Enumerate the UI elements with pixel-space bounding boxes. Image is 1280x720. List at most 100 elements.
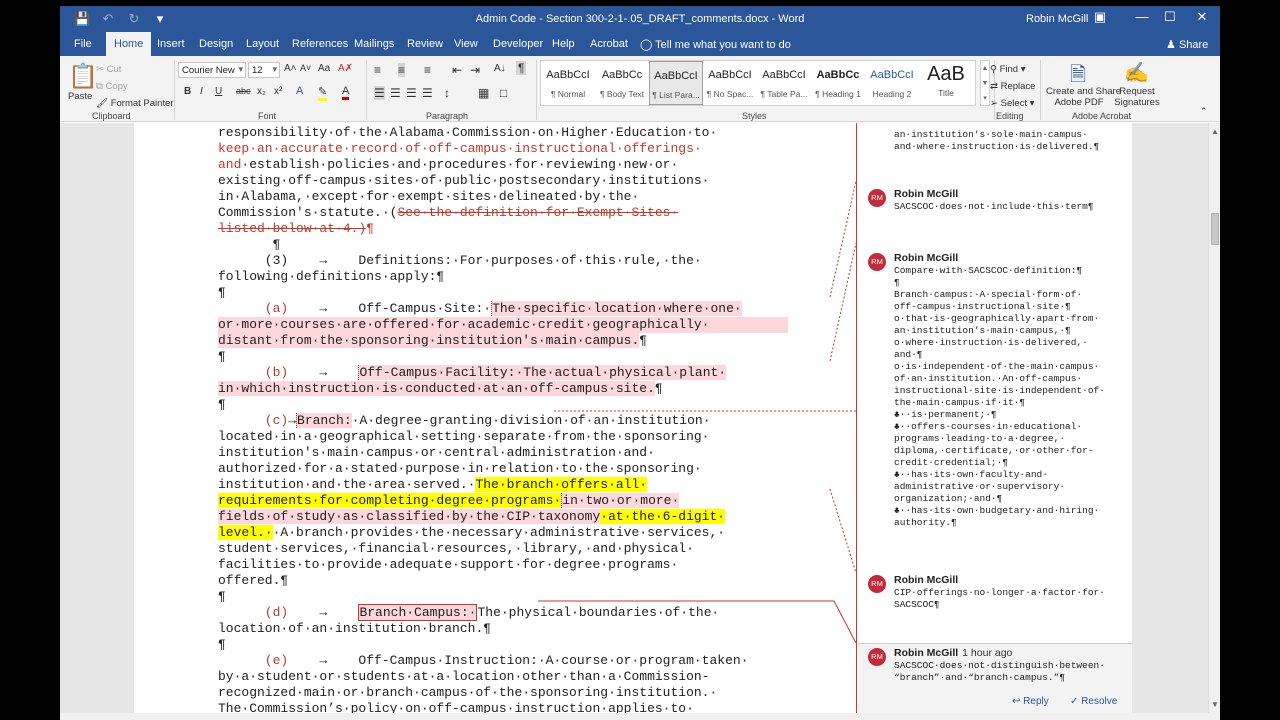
paste-icon[interactable]: 📋	[68, 62, 98, 91]
create-share-pdf-button[interactable]: Create and Share Adobe PDF	[1046, 86, 1121, 108]
grow-font-icon[interactable]: A˄	[284, 63, 297, 74]
justify-icon[interactable]: ☰	[422, 86, 433, 100]
style-sample: AaBbCcI	[546, 69, 590, 81]
resolve-button[interactable]: ✓ Resolve	[1070, 696, 1117, 707]
comment-cip-offerings[interactable]: RM Robin McGill CIP·offerings·no·longer·…	[858, 571, 1132, 611]
maximize-icon[interactable]: ☐	[1158, 9, 1182, 25]
tab-acrobat[interactable]: Acrobat	[590, 38, 628, 50]
collapse-ribbon-icon[interactable]: ⌃	[1200, 106, 1208, 117]
show-formatting-marks-icon[interactable]: ¶	[516, 61, 527, 75]
scroll-down-icon[interactable]: ▼	[1211, 700, 1219, 709]
multilevel-list-icon[interactable]: ≡	[424, 63, 431, 77]
copy-button[interactable]: ⧉ Copy	[96, 81, 128, 92]
font-name-combo[interactable]: Courier New	[178, 62, 246, 78]
tab-layout[interactable]: Layout	[246, 38, 279, 50]
tab-mailings[interactable]: Mailings	[354, 38, 394, 50]
paste-button[interactable]: Paste	[68, 91, 92, 102]
font-color-icon[interactable]: A	[342, 85, 350, 100]
align-left-icon[interactable]: ☰	[374, 86, 385, 100]
tab-review[interactable]: Review	[407, 38, 443, 50]
paragraph-group-label: Paragraph	[426, 111, 469, 121]
tell-me-search[interactable]: ◯ Tell me what you want to do	[640, 38, 791, 51]
share-button[interactable]: ♟ Share	[1166, 38, 1208, 51]
style-heading-1[interactable]: AaBbCc ¶ Heading 1	[811, 61, 865, 105]
comment-sacscoc-term[interactable]: RM Robin McGill SACSCOC·does·not·include…	[858, 185, 1132, 225]
increase-indent-icon[interactable]: ⇥	[470, 63, 480, 77]
style-title[interactable]: AaB Title	[919, 61, 973, 105]
shrink-font-icon[interactable]: A˅	[300, 63, 311, 73]
subscript-button[interactable]: x₂	[257, 86, 266, 97]
underline-button[interactable]: U	[215, 86, 222, 97]
comment-body: Compare·with·SACSCOC·definition:¶ ¶ Bran…	[894, 265, 1105, 528]
cut-button[interactable]: ✂ Cut	[96, 64, 121, 75]
scroll-thumb[interactable]	[1211, 213, 1219, 245]
comment-compare-definition[interactable]: RM Robin McGill Compare·with·SACSCOC·def…	[858, 249, 1132, 549]
commented-text[interactable]: distant·from·the·sponsoring·institution'…	[218, 333, 640, 348]
style-heading-2[interactable]: AaBbCcI Heading 2	[865, 61, 919, 105]
clear-formatting-icon[interactable]: A✗	[338, 63, 353, 74]
styles-gallery-scroll[interactable]: ▲ ▼ ▾	[980, 60, 990, 106]
request-sig-line1: Request	[1119, 86, 1155, 97]
commented-text[interactable]: The·specific·location·where·one·	[491, 301, 742, 316]
numbering-icon[interactable]: ≡	[398, 63, 406, 77]
document-page[interactable]: responsibility·of·the·Alabama·Commission…	[134, 123, 856, 713]
tab-developer[interactable]: Developer	[493, 38, 543, 50]
bullets-icon[interactable]: ≡	[374, 63, 381, 77]
italic-button[interactable]: I	[200, 86, 203, 97]
tab-help[interactable]: Help	[552, 38, 575, 50]
format-painter-button[interactable]: 🖌 Format Painter	[96, 98, 174, 109]
bold-button[interactable]: B	[184, 86, 191, 97]
tab-design[interactable]: Design	[199, 38, 233, 50]
borders-icon[interactable]: □	[500, 86, 507, 100]
align-right-icon[interactable]: ☰	[406, 86, 417, 100]
vertical-scrollbar[interactable]: ▲ ▼	[1208, 123, 1220, 713]
font-size-combo[interactable]: 12	[248, 62, 280, 78]
reply-button[interactable]: ↩ Reply	[1012, 696, 1049, 707]
tab-home[interactable]: Home	[106, 32, 152, 56]
request-signatures-icon[interactable]: ✍	[1124, 60, 1149, 85]
tab-view[interactable]: View	[454, 38, 478, 50]
strikethrough-button[interactable]: abc	[236, 86, 251, 96]
find-button[interactable]: ⚲ Find ▾	[990, 64, 1026, 75]
sort-icon[interactable]: A↓	[494, 63, 506, 74]
comment-branch-distinction[interactable]: RM Robin McGill 1 hour ago SACSCOC·does·n…	[858, 643, 1132, 713]
commented-text[interactable]: fields·of·study·as·classified·by·the·CIP…	[218, 509, 601, 524]
minimize-icon[interactable]: —	[1130, 9, 1154, 24]
doc-line: (b) → Off-Campus·Facility:·The·actual·ph…	[218, 365, 788, 381]
replace-button[interactable]: ⇄ Replace	[990, 81, 1035, 92]
commented-text[interactable]: or·more·courses·are·offered·for·academic…	[218, 317, 788, 333]
format-painter-label: Format Painter	[110, 98, 174, 109]
ribbon-display-options-icon[interactable]: ▣	[1088, 9, 1112, 25]
tab-insert[interactable]: Insert	[157, 38, 185, 50]
style-body-text[interactable]: AaBbCc ¶ Body Text	[595, 61, 649, 105]
commented-text[interactable]: Off-Campus·Facility:·The·actual·physical…	[358, 365, 727, 380]
highlighted-text: requirements·for·completing·degree·progr…	[218, 493, 562, 508]
shading-icon[interactable]: ▦	[478, 86, 489, 100]
commented-text[interactable]: in·two·or·more·	[561, 493, 680, 508]
tab-references[interactable]: References	[292, 38, 348, 50]
close-icon[interactable]: ✕	[1190, 9, 1214, 25]
style-normal[interactable]: AaBbCcI ¶ Normal	[541, 61, 595, 105]
change-case-icon[interactable]: Aa	[318, 63, 330, 74]
avatar: RM	[868, 648, 886, 666]
request-signatures-button[interactable]: Request Signatures	[1112, 86, 1162, 108]
signed-in-user[interactable]: Robin McGill	[1026, 13, 1088, 25]
style-no-spacing[interactable]: AaBbCcI ¶ No Spac...	[703, 61, 757, 105]
commented-text[interactable]: in·which·instruction·is·conducted·at·an·…	[218, 381, 655, 396]
line-spacing-icon[interactable]: ↕	[444, 86, 450, 100]
style-table-paragraph[interactable]: AaBbCcI ¶ Table Pa...	[757, 61, 811, 105]
document-body[interactable]: responsibility·of·the·Alabama·Commission…	[218, 125, 788, 713]
tab-file[interactable]: File	[74, 38, 92, 50]
select-button[interactable]: ➢ Select ▾	[990, 98, 1034, 109]
commented-text-active[interactable]: Branch·Campus:·	[358, 604, 478, 621]
commented-text[interactable]: Branch:	[296, 413, 352, 428]
style-name: ¶ Body Text	[599, 89, 645, 99]
text-effects-icon[interactable]: A	[296, 85, 303, 97]
scroll-up-icon[interactable]: ▲	[1211, 127, 1219, 136]
align-center-icon[interactable]: ☰	[390, 86, 401, 100]
decrease-indent-icon[interactable]: ⇤	[452, 63, 462, 77]
comment-continued[interactable]: an·institution's·sole·main·campus· and·w…	[858, 125, 1132, 165]
highlight-color-icon[interactable]: ✎	[318, 85, 328, 101]
style-list-paragraph[interactable]: AaBbCcI ¶ List Para...	[649, 61, 703, 105]
superscript-button[interactable]: x²	[274, 86, 282, 97]
